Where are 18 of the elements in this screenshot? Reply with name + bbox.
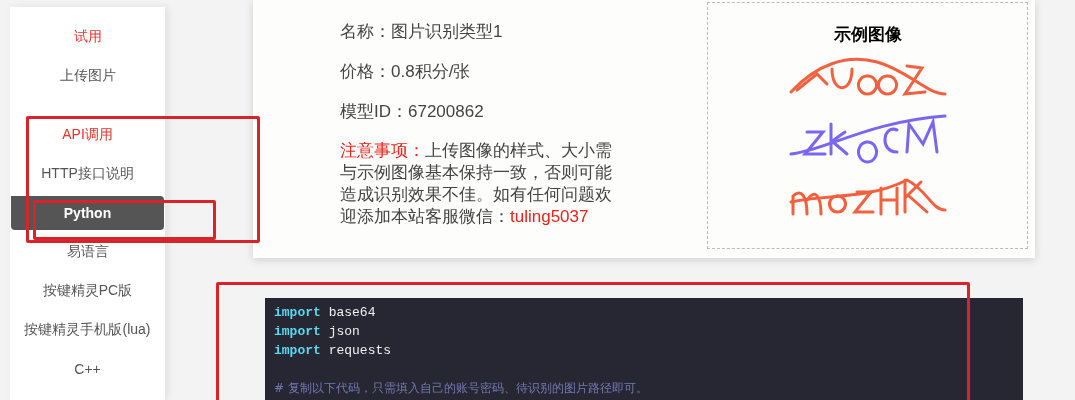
info-text: 模型ID：67200862 xyxy=(340,101,485,123)
info-text: 价格：0.8积分/张 xyxy=(340,61,472,83)
info-text: 名称：图片识别类型1 xyxy=(340,21,504,43)
sidebar-item[interactable]: 试用 xyxy=(67,27,108,46)
sidebar-item[interactable]: 按键精灵手机版(lua) xyxy=(18,320,157,339)
code-line: import requests xyxy=(274,342,393,360)
sidebar-item[interactable]: HTTP接口说明 xyxy=(35,164,140,183)
sidebar-item[interactable]: Python xyxy=(11,195,164,230)
sidebar-item[interactable]: 按键精灵PC版 xyxy=(36,281,139,300)
sidebar-item[interactable]: 易语言 xyxy=(60,242,115,261)
code-comment: # 复制以下代码，只需填入自己的账号密码、待识别的图片路径即可。 xyxy=(274,380,649,397)
notice-text: 注意事项：上传图像的样式、大小需与示例图像基本保持一致，否则可能造成识别效果不佳。如有任何问题欢迎添加本站客服微信：tuling5037 xyxy=(340,140,613,228)
code-line: import base64 xyxy=(274,304,377,322)
sidebar-item[interactable]: C++ xyxy=(68,360,107,377)
example-title: 示例图像 xyxy=(833,24,902,46)
sidebar-item[interactable]: API调用 xyxy=(56,125,119,144)
sidebar-item[interactable]: 上传图片 xyxy=(53,66,122,85)
code-line: import json xyxy=(274,323,361,341)
